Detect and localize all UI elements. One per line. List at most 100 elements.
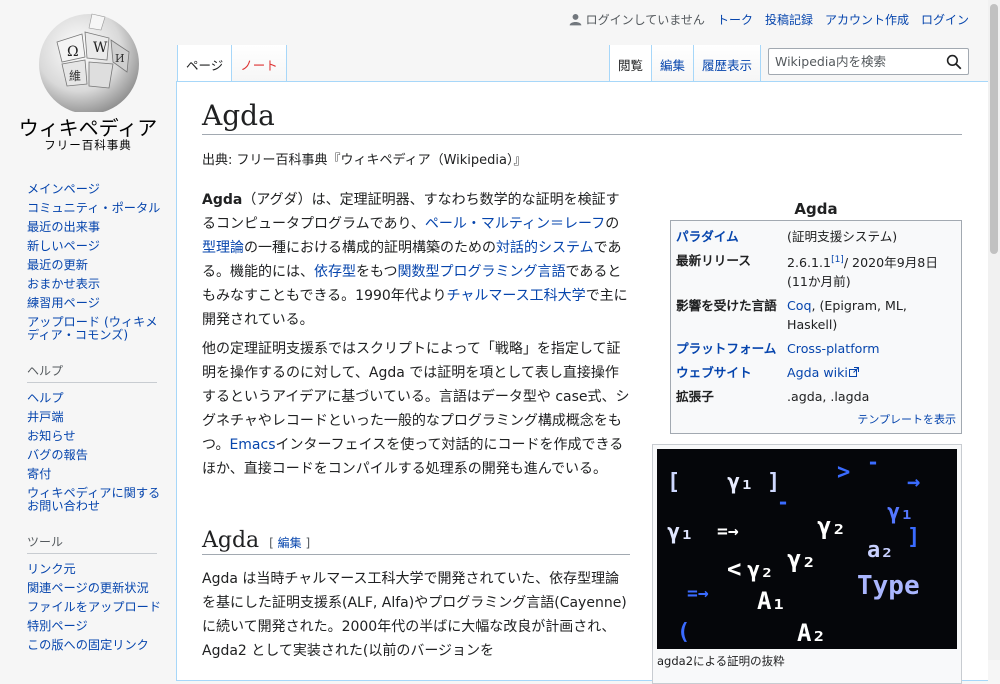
code-glyph: =→ xyxy=(687,583,709,604)
paragraph-intro: Agda（アグダ）は、定理証明器、すなわち数学的な証明を検証するコンピュータプロ… xyxy=(202,188,630,332)
infobox-row-release: 最新リリース 2.6.1.1[1]/ 2020年9月8日 (11か月前) xyxy=(676,251,956,291)
section-edit: [ 編集 ] xyxy=(269,536,310,550)
tab-history-label[interactable]: 履歴表示 xyxy=(702,58,752,73)
agda-code-image[interactable]: [ γ₁ ] - γ₂ γ₁ =→ γ₂ ] a₂ < γ₂ Type A₁ =… xyxy=(657,449,957,649)
sidebar-item-community-portal[interactable]: コミュニティ・ポータル xyxy=(27,201,160,215)
not-logged-in-text: ログインしていません xyxy=(585,13,705,27)
tab-talk-label[interactable]: ノート xyxy=(240,58,278,73)
code-glyph: γ₂ xyxy=(817,512,846,540)
link-functional-programming[interactable]: 関数型プログラミング言語 xyxy=(397,264,565,280)
user-status: ログインしていません xyxy=(569,11,705,28)
code-glyph: γ₁ xyxy=(887,500,914,525)
code-glyph: γ₂ xyxy=(787,545,816,573)
sidebar-item-help[interactable]: ヘルプ xyxy=(27,391,64,405)
code-glyph: ( xyxy=(677,620,690,645)
infobox-key-release: 最新リリース xyxy=(676,253,751,268)
code-glyph: γ₁ xyxy=(667,520,694,545)
svg-text:維: 維 xyxy=(69,69,81,83)
sidebar-item-what-links-here[interactable]: リンク元 xyxy=(27,562,76,576)
link-agda-wiki-label: Agda wiki xyxy=(787,365,848,381)
tab-edit[interactable]: 編集 xyxy=(652,45,695,81)
wikipedia-logo[interactable]: Ω W 維 И ウィキペディア フリー百科事典 xyxy=(0,0,176,160)
sidebar-item-current-events[interactable]: 最近の出来事 xyxy=(27,220,100,234)
show-template-link[interactable]: テンプレートを表示 xyxy=(857,413,956,426)
sidebar-item-news[interactable]: お知らせ xyxy=(27,429,76,443)
site-subtitle: 出典: フリー百科事典『ウィキペディア（Wikipedia）』 xyxy=(202,153,527,168)
sidebar-heading-help: ヘルプ xyxy=(27,362,157,383)
code-glyph: - xyxy=(867,450,879,474)
link-agda-wiki[interactable]: Agda wiki xyxy=(787,365,859,380)
sidebar-item-permanent-link[interactable]: この版への固定リンク xyxy=(27,638,149,652)
personal-contributions-link[interactable]: 投稿記録 xyxy=(765,11,813,28)
thumbnail: [ γ₁ ] - γ₂ γ₁ =→ γ₂ ] a₂ < γ₂ Type A₁ =… xyxy=(652,444,962,684)
tab-edit-label[interactable]: 編集 xyxy=(660,58,685,73)
sidebar-item-sandbox[interactable]: 練習用ページ xyxy=(27,296,100,310)
create-account-link[interactable]: アカウント作成 xyxy=(825,11,909,28)
tab-history[interactable]: 履歴表示 xyxy=(694,45,762,81)
sidebar-help: ヘルプ ヘルプ 井戸端 お知らせ バグの報告 寄付 ウィキペディアに関するお問い… xyxy=(27,362,176,513)
sidebar-heading-tools: ツール xyxy=(27,533,157,554)
code-picture: [ γ₁ ] - γ₂ γ₁ =→ γ₂ ] a₂ < γ₂ Type A₁ =… xyxy=(657,449,957,649)
infobox-title: Agda xyxy=(794,200,838,218)
paragraph-history: Agda は当時チャルマース工科大学で開発されていた、依存型理論を基にした証明支… xyxy=(202,571,627,659)
link-martin-lof[interactable]: ペール・マルティン＝レーフ xyxy=(425,216,605,232)
sidebar-item-contact[interactable]: ウィキペディアに関するお問い合わせ xyxy=(27,486,160,513)
sidebar-item-new-pages[interactable]: 新しいページ xyxy=(27,239,100,253)
tab-talk[interactable]: ノート xyxy=(232,45,287,81)
infobox-key-paradigm[interactable]: パラダイム xyxy=(676,229,739,244)
infobox-key-website[interactable]: ウェブサイト xyxy=(676,365,752,380)
page-scrollbar[interactable] xyxy=(988,0,1000,660)
tab-page[interactable]: ページ xyxy=(177,45,233,81)
search-box xyxy=(768,48,969,75)
search-icon[interactable] xyxy=(946,54,962,70)
sidebar-item-upload-commons[interactable]: アップロード (ウィキメディア・コモンズ) xyxy=(27,315,158,342)
sidebar-item-donate[interactable]: 寄付 xyxy=(27,467,51,481)
paragraph-design: 他の定理証明支援系ではスクリプトによって「戦略」を指定して証明を操作するのに対し… xyxy=(202,337,630,481)
link-type-theory[interactable]: 型理論 xyxy=(202,240,244,256)
sidebar-item-village-pump[interactable]: 井戸端 xyxy=(27,410,64,424)
sidebar-item-random-page[interactable]: おまかせ表示 xyxy=(27,277,100,291)
link-emacs[interactable]: Emacs xyxy=(229,437,275,453)
personal-tools: ログインしていません トーク 投稿記録 アカウント作成 ログイン xyxy=(569,11,969,28)
infobox-key-platform[interactable]: プラットフォーム xyxy=(676,341,776,356)
login-link[interactable]: ログイン xyxy=(921,11,969,28)
infobox-row-extension: 拡張子 .agda, .lagda xyxy=(676,387,956,406)
user-icon xyxy=(569,13,582,26)
infobox-row-website: ウェブサイト Agda wiki xyxy=(676,363,956,382)
infobox-value-release-version: 2.6.1.1 xyxy=(787,255,832,271)
link-interactive-system[interactable]: 対話的システム xyxy=(496,240,594,256)
tab-read[interactable]: 閲覧 xyxy=(609,45,653,81)
sidebar-item-related-changes[interactable]: 関連ページの更新状況 xyxy=(27,581,149,595)
sidebar-item-bug-report[interactable]: バグの報告 xyxy=(27,448,88,462)
search-input[interactable] xyxy=(769,49,934,74)
sidebar-item-recent-changes[interactable]: 最近の更新 xyxy=(27,258,88,272)
code-glyph: γ₁ xyxy=(727,470,754,495)
link-coq[interactable]: Coq xyxy=(787,298,812,313)
wikipedia-globe-icon: Ω W 維 И xyxy=(39,13,139,112)
section-heading-agda: Agda [ 編集 ] xyxy=(202,528,630,555)
sidebar-item-upload-file[interactable]: ファイルをアップロード xyxy=(27,600,161,614)
sidebar-tools: ツール リンク元 関連ページの更新状況 ファイルをアップロード 特別ページ この… xyxy=(27,533,176,655)
infobox-body: パラダイム (証明支援システム) 最新リリース 2.6.1.1[1]/ 2020… xyxy=(670,220,962,435)
edit-bracket-close: ] xyxy=(301,536,311,550)
link-chalmers[interactable]: チャルマース工科大学 xyxy=(447,288,586,304)
link-dependent-type[interactable]: 依存型 xyxy=(314,264,356,280)
scrollbar-thumb[interactable] xyxy=(990,4,998,254)
tab-page-label: ページ xyxy=(186,58,224,73)
personal-talk-link[interactable]: トーク xyxy=(717,11,753,28)
bold-term: Agda xyxy=(202,192,243,208)
content-area: Agda 出典: フリー百科事典『ウィキペディア（Wikipedia）』 Agd… xyxy=(176,81,988,684)
thumbnail-caption: agda2による証明の抜粋 xyxy=(657,654,785,668)
code-glyph: → xyxy=(907,470,920,495)
section-edit-link[interactable]: 編集 xyxy=(278,536,302,550)
sidebar-item-main-page[interactable]: メインページ xyxy=(27,182,100,196)
link-cross-platform[interactable]: Cross-platform xyxy=(787,341,880,356)
sidebar-item-special-pages[interactable]: 特別ページ xyxy=(27,619,88,633)
page-title: Agda xyxy=(202,99,962,135)
svg-text:Ω: Ω xyxy=(67,44,79,60)
reference-link[interactable]: [1] xyxy=(831,255,844,265)
code-glyph: Type xyxy=(857,571,920,601)
svg-text:W: W xyxy=(93,40,108,56)
text: の xyxy=(605,216,620,232)
sidebar: メインページ コミュニティ・ポータル 最近の出来事 新しいページ 最近の更新 お… xyxy=(0,180,176,655)
